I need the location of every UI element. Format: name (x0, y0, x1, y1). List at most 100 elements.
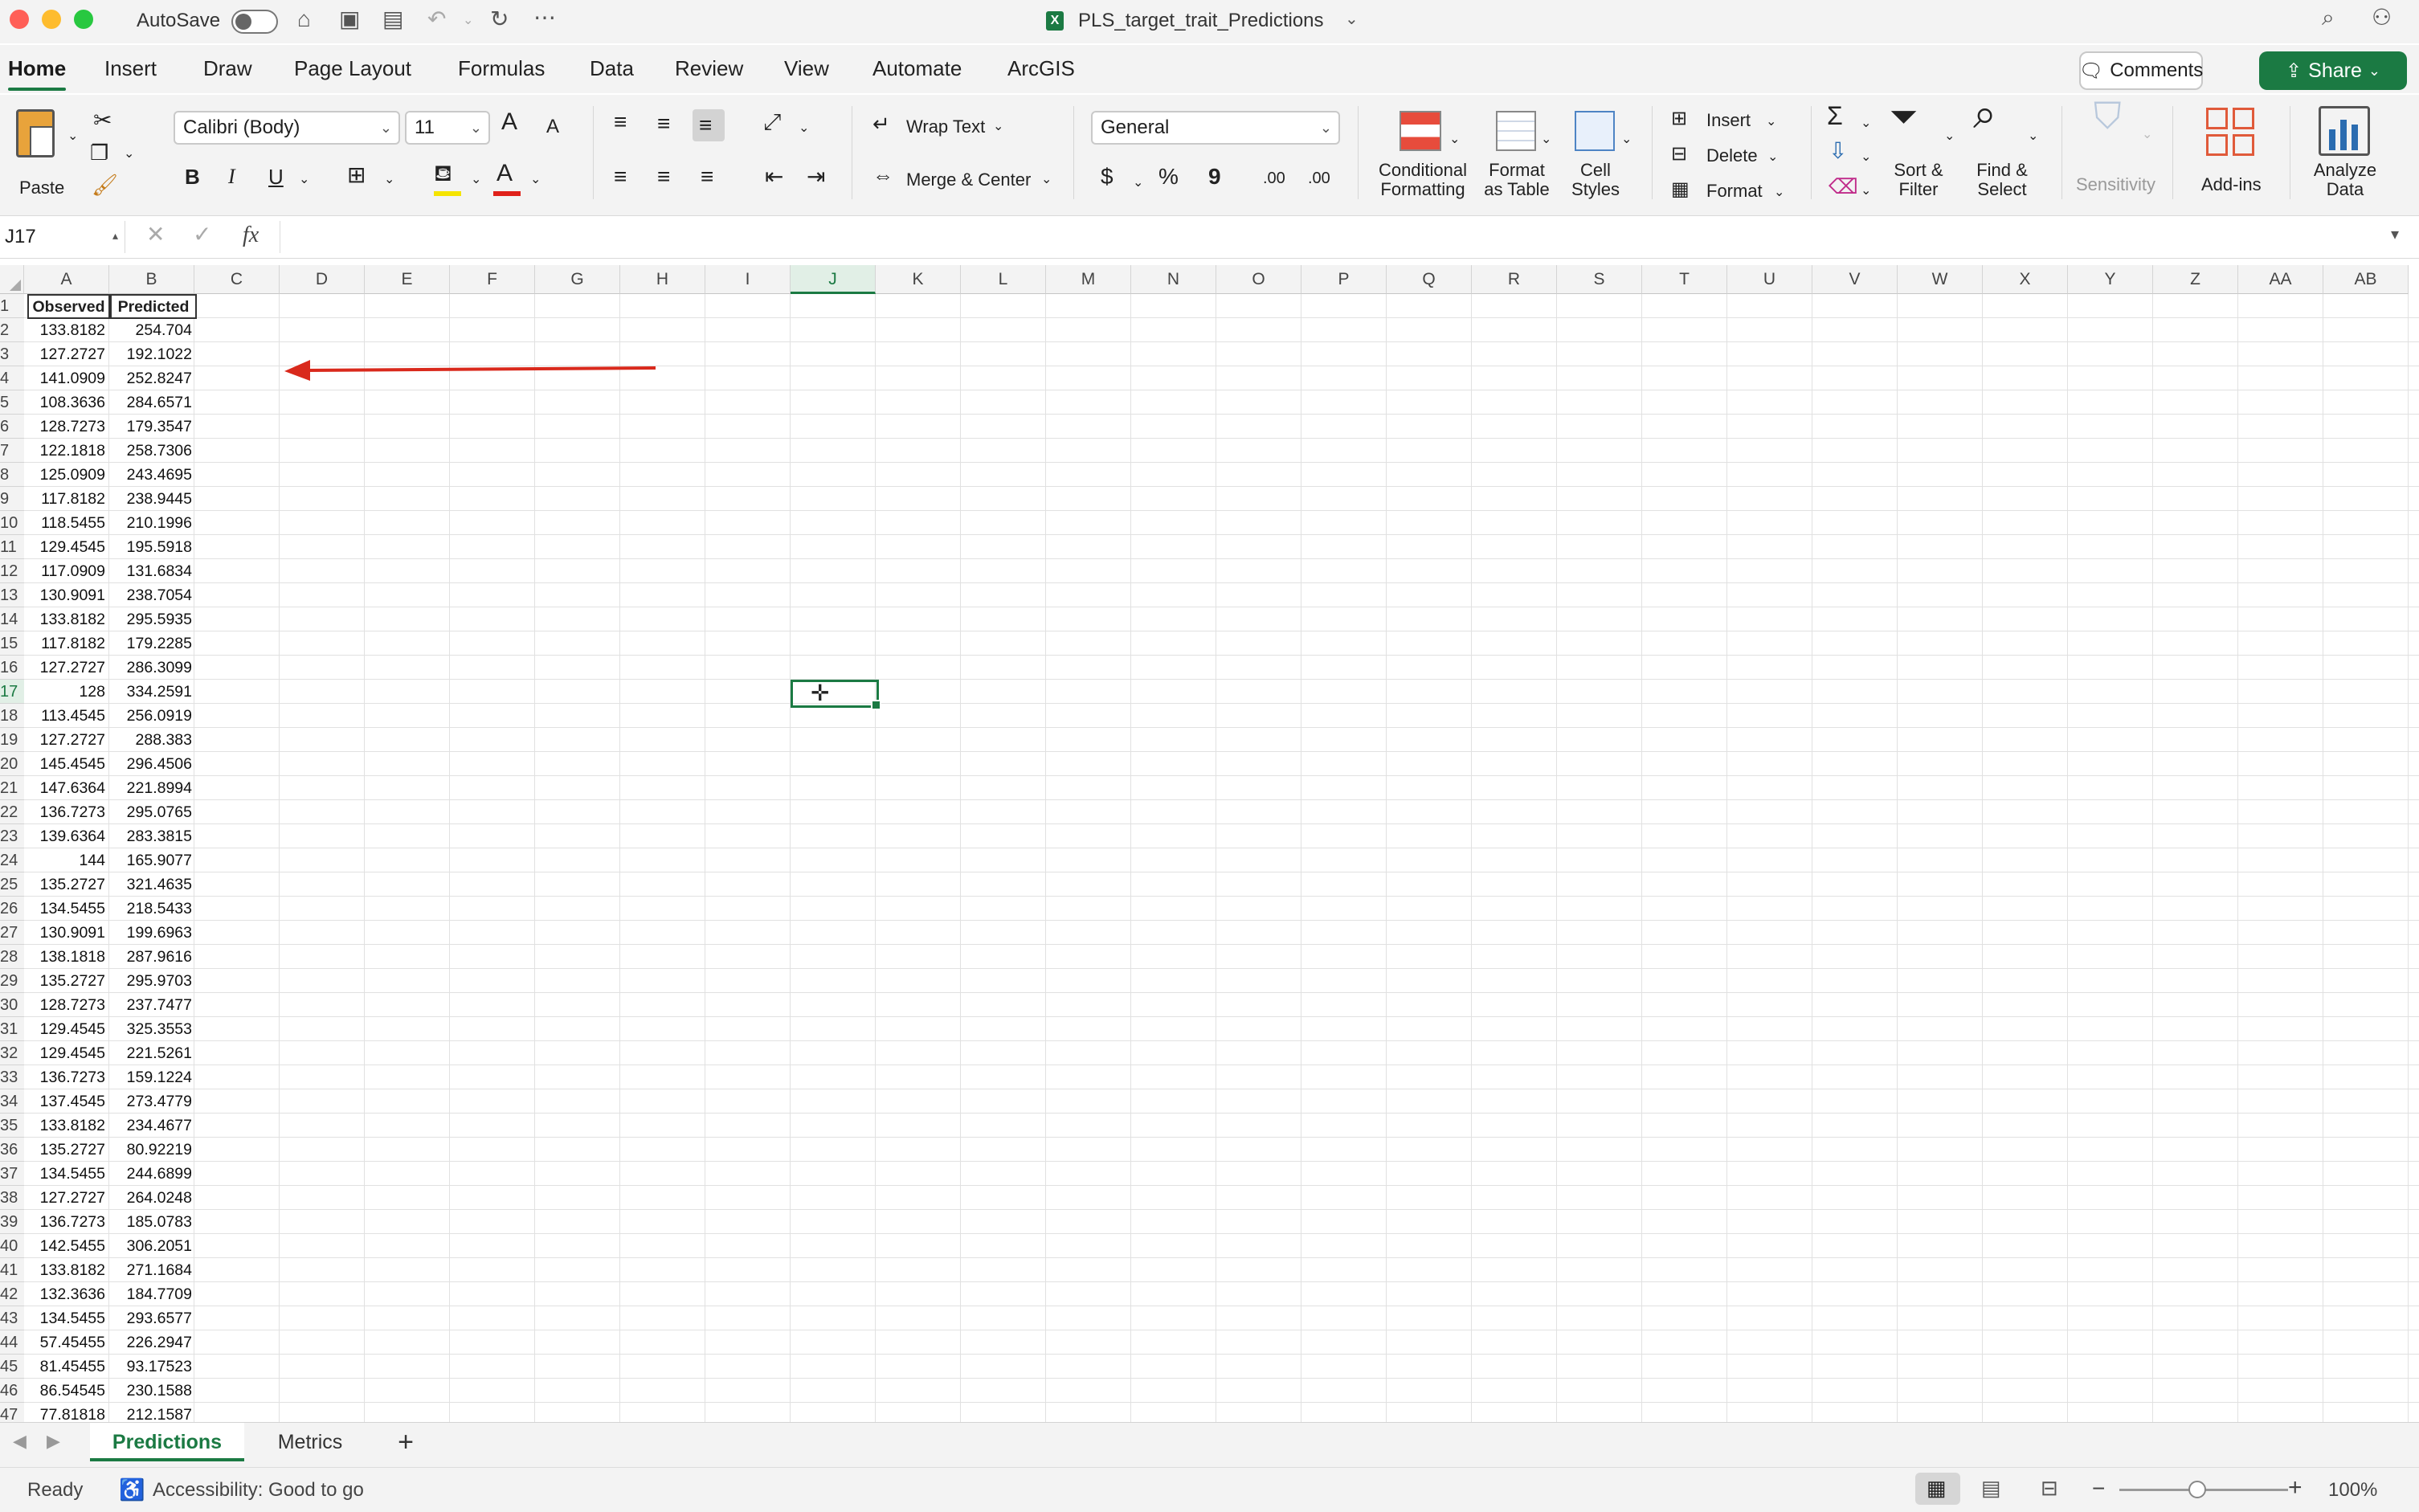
cell-predicted[interactable]: 165.9077 (110, 848, 197, 872)
column-header[interactable]: F (450, 265, 535, 294)
column-header[interactable]: U (1727, 265, 1812, 294)
cell-predicted[interactable]: 286.3099 (110, 656, 197, 680)
autosum-dropdown-icon[interactable]: ⌄ (1861, 114, 1871, 133)
wrap-text-button[interactable]: ↵ Wrap Text ⌄ (872, 113, 1033, 143)
cell-observed[interactable]: 134.5455 (27, 1162, 110, 1186)
row-header[interactable]: 21 (0, 776, 24, 800)
home-icon[interactable]: ⌂ (297, 8, 311, 31)
bold-button[interactable]: B (185, 166, 200, 187)
row-header[interactable]: 9 (0, 487, 24, 511)
cell-observed[interactable]: 77.81818 (27, 1403, 110, 1422)
column-header[interactable]: N (1131, 265, 1216, 294)
cell-predicted[interactable]: 179.3547 (110, 415, 197, 439)
cell-predicted[interactable]: 254.704 (110, 318, 197, 342)
cell-predicted[interactable]: 244.6899 (110, 1162, 197, 1186)
cell-predicted[interactable]: 296.4506 (110, 752, 197, 776)
cell-predicted[interactable]: 93.17523 (110, 1355, 197, 1379)
cell-observed[interactable]: 142.5455 (27, 1234, 110, 1258)
row-header[interactable]: 3 (0, 342, 24, 366)
sort-filter-button[interactable]: ⏷ ⌄ Sort & Filter (1883, 100, 1963, 207)
copy-icon[interactable]: ❐ (90, 142, 108, 163)
cell-observed[interactable]: 128 (27, 680, 110, 704)
column-header[interactable]: D (280, 265, 365, 294)
zoom-out-button[interactable]: − (2092, 1476, 2105, 1502)
font-size-select[interactable]: 11 ⌄ (405, 111, 490, 145)
align-top-icon[interactable]: ≡ (614, 111, 627, 133)
row-header[interactable]: 35 (0, 1114, 24, 1138)
cell-observed[interactable]: 127.2727 (27, 342, 110, 366)
column-header[interactable]: AA (2238, 265, 2323, 294)
cell-observed[interactable]: 139.6364 (27, 824, 110, 848)
document-title[interactable]: PLS_target_trait_Predictions (1078, 10, 1324, 32)
row-header[interactable]: 10 (0, 511, 24, 535)
cell-predicted[interactable]: 230.1588 (110, 1379, 197, 1403)
cell-observed[interactable]: 127.2727 (27, 728, 110, 752)
fill-handle[interactable] (871, 700, 881, 710)
cell-predicted[interactable]: 273.4779 (110, 1089, 197, 1114)
cell-styles-button[interactable]: ⌄ Cell Styles (1557, 111, 1637, 207)
font-color-dropdown-icon[interactable]: ⌄ (530, 170, 541, 190)
cell-observed[interactable]: 144 (27, 848, 110, 872)
comma-style-button[interactable]: 9 (1208, 166, 1221, 188)
row-header[interactable]: 31 (0, 1017, 24, 1041)
cell-predicted[interactable]: 325.3553 (110, 1017, 197, 1041)
row-header[interactable]: 6 (0, 415, 24, 439)
tab-formulas[interactable]: Formulas (458, 56, 545, 81)
font-name-select[interactable]: Calibri (Body) ⌄ (174, 111, 400, 145)
cell-observed[interactable]: 133.8182 (27, 607, 110, 631)
cell-observed[interactable]: 129.4545 (27, 1017, 110, 1041)
cell-predicted[interactable]: 210.1996 (110, 511, 197, 535)
row-header[interactable]: 13 (0, 583, 24, 607)
cell-observed[interactable]: 138.1818 (27, 945, 110, 969)
align-left-icon[interactable]: ≡ (614, 166, 627, 188)
analyze-data-button[interactable]: Analyze Data (2298, 106, 2402, 210)
decrease-indent-icon[interactable]: ⇤ (765, 166, 783, 188)
cell-predicted[interactable]: 226.2947 (110, 1330, 197, 1355)
confirm-entry-icon[interactable]: ✓ (193, 221, 211, 247)
account-icon[interactable]: ⚇ (2372, 6, 2392, 29)
cell-predicted[interactable]: 238.9445 (110, 487, 197, 511)
save-as-icon[interactable]: ▤ (382, 8, 403, 31)
column-header[interactable]: C (194, 265, 280, 294)
borders-icon[interactable]: ⊞ (347, 164, 366, 186)
row-header[interactable]: 33 (0, 1065, 24, 1089)
cell-predicted[interactable]: 80.92219 (110, 1138, 197, 1162)
cell-predicted[interactable]: 243.4695 (110, 463, 197, 487)
row-header[interactable]: 36 (0, 1138, 24, 1162)
row-header[interactable]: 20 (0, 752, 24, 776)
search-icon[interactable]: ⌕ (2322, 6, 2335, 29)
cell-observed[interactable]: 135.2727 (27, 969, 110, 993)
currency-dropdown-icon[interactable]: ⌄ (1133, 174, 1143, 193)
cell-predicted[interactable]: 334.2591 (110, 680, 197, 704)
cell-observed[interactable]: 113.4545 (27, 704, 110, 728)
cancel-entry-icon[interactable]: ✕ (146, 221, 165, 247)
column-header[interactable]: J (791, 265, 876, 294)
cell-observed[interactable]: 134.5455 (27, 1306, 110, 1330)
column-header[interactable]: M (1046, 265, 1131, 294)
selected-cell-j17[interactable]: ✛ (791, 680, 881, 710)
fill-color-dropdown-icon[interactable]: ⌄ (471, 170, 481, 190)
cell-observed[interactable]: 133.8182 (27, 318, 110, 342)
copy-dropdown-icon[interactable]: ⌄ (124, 145, 134, 164)
cell-observed[interactable]: 118.5455 (27, 511, 110, 535)
cell-predicted[interactable]: 131.6834 (110, 559, 197, 583)
row-header[interactable]: 5 (0, 390, 24, 415)
cell-observed[interactable]: 134.5455 (27, 897, 110, 921)
cell-observed[interactable]: 108.3636 (27, 390, 110, 415)
accessibility-icon[interactable]: ♿ (119, 1477, 145, 1502)
orientation-dropdown-icon[interactable]: ⌄ (799, 119, 809, 138)
clear-icon[interactable]: ⌫ (1829, 176, 1858, 197)
cell-observed[interactable]: 117.8182 (27, 487, 110, 511)
cell-observed[interactable]: 135.2727 (27, 872, 110, 897)
row-header[interactable]: 2 (0, 318, 24, 342)
expand-formula-bar-icon[interactable]: ▾ (2391, 224, 2399, 244)
tab-automate[interactable]: Automate (872, 56, 962, 81)
shrink-font-icon[interactable]: A (546, 117, 559, 137)
row-header[interactable]: 42 (0, 1282, 24, 1306)
row-header[interactable]: 11 (0, 535, 24, 559)
cell-predicted[interactable]: 295.9703 (110, 969, 197, 993)
cell-observed[interactable]: 117.8182 (27, 631, 110, 656)
cell-observed[interactable]: 147.6364 (27, 776, 110, 800)
row-header[interactable]: 26 (0, 897, 24, 921)
cell-predicted[interactable]: 179.2285 (110, 631, 197, 656)
